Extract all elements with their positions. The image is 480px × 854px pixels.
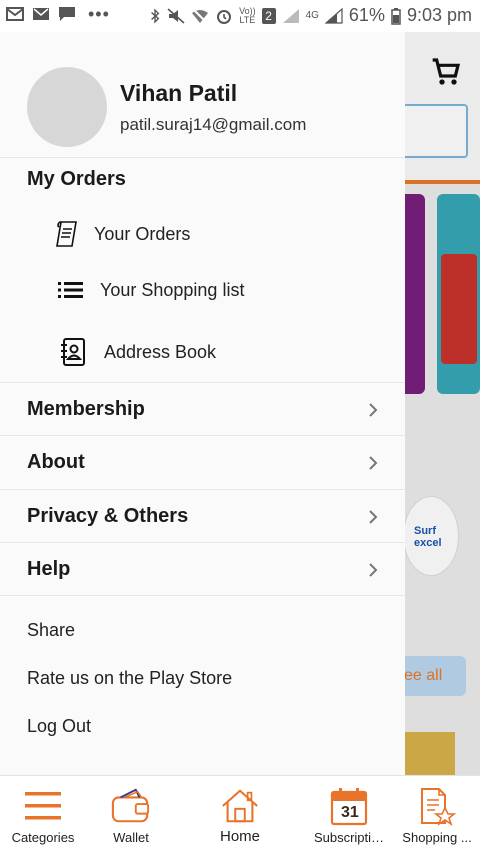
rate-us-link[interactable]: Rate us on the Play Store xyxy=(27,668,232,689)
receipt-icon xyxy=(50,217,84,251)
chevron-right-icon xyxy=(369,562,378,577)
nav-home-label: Home xyxy=(219,828,260,845)
profile-header[interactable]: Vihan Patil patil.suraj14@gmail.com xyxy=(0,32,405,158)
nav-wallet-label: Wallet xyxy=(113,830,149,845)
volte-icon: Vo)) LTE xyxy=(239,6,256,25)
nav-categories[interactable]: Categories xyxy=(4,776,82,854)
wallet-icon xyxy=(111,786,151,826)
avatar[interactable] xyxy=(27,67,107,147)
address-book-label: Address Book xyxy=(104,341,217,362)
bottom-navigation: Categories Wallet Home 31 Subscripti… Sh… xyxy=(0,775,480,854)
list-icon xyxy=(54,273,88,307)
shopping-list-icon xyxy=(417,786,457,826)
your-orders-label: Your Orders xyxy=(94,223,191,244)
calendar-icon: 31 xyxy=(329,786,369,826)
sim-badge: 2 xyxy=(261,7,276,24)
navigation-drawer: Vihan Patil patil.suraj14@gmail.com My O… xyxy=(0,32,405,775)
privacy-others-label: Privacy & Others xyxy=(27,505,189,527)
chevron-right-icon xyxy=(369,402,378,417)
wifi-off-icon xyxy=(192,7,209,24)
calendar-day: 31 xyxy=(341,804,359,821)
nav-categories-label: Categories xyxy=(11,830,75,845)
more-notifications-icon: ••• xyxy=(88,4,110,24)
nav-wallet[interactable]: Wallet xyxy=(92,776,170,854)
chevron-right-icon xyxy=(369,455,378,470)
nav-subscriptions[interactable]: 31 Subscripti… xyxy=(306,776,392,854)
clock-time: 9:03 pm xyxy=(406,5,472,25)
user-email: patil.suraj14@gmail.com xyxy=(120,115,307,134)
nav-shopping-list[interactable]: Shopping ... xyxy=(396,776,478,854)
signal-sim1-icon xyxy=(282,8,299,23)
chevron-right-icon xyxy=(369,509,378,524)
divider xyxy=(0,595,405,596)
status-bar: ••• Vo)) LTE 2 4G 61% 9:03 pm xyxy=(0,0,480,32)
gmail-notification-icon xyxy=(6,7,24,21)
help-row[interactable]: Help xyxy=(0,542,405,596)
battery-icon xyxy=(391,7,401,25)
about-label: About xyxy=(27,451,85,473)
membership-label: Membership xyxy=(27,398,145,420)
contacts-book-icon xyxy=(56,335,90,369)
signal-sim2-icon xyxy=(324,7,343,24)
log-out-link[interactable]: Log Out xyxy=(27,716,91,737)
your-shopping-list-item[interactable]: Your Shopping list xyxy=(50,266,390,314)
nav-subscriptions-label: Subscripti… xyxy=(313,830,385,845)
nav-home[interactable]: Home xyxy=(200,776,280,854)
your-shopping-list-label: Your Shopping list xyxy=(100,279,245,300)
nav-shopping-list-label: Shopping ... xyxy=(402,830,472,845)
bluetooth-icon xyxy=(151,7,160,24)
privacy-others-row[interactable]: Privacy & Others xyxy=(0,489,405,543)
share-link[interactable]: Share xyxy=(27,620,75,641)
about-row[interactable]: About xyxy=(0,435,405,489)
help-label: Help xyxy=(27,558,71,580)
user-name: Vihan Patil xyxy=(120,80,238,106)
membership-row[interactable]: Membership xyxy=(0,382,405,436)
email-notification-icon xyxy=(33,8,49,20)
my-orders-heading: My Orders xyxy=(27,168,126,190)
hamburger-icon xyxy=(23,786,63,826)
volte-label-bottom: LTE xyxy=(239,14,256,25)
your-orders-item[interactable]: Your Orders xyxy=(50,210,390,258)
mute-icon xyxy=(167,7,185,24)
address-book-item[interactable]: Address Book xyxy=(50,328,390,376)
message-notification-icon xyxy=(59,7,75,21)
battery-percent: 61% xyxy=(348,5,385,25)
alarm-icon xyxy=(217,9,232,24)
network-type-label: 4G xyxy=(305,10,319,21)
home-icon xyxy=(220,786,260,826)
